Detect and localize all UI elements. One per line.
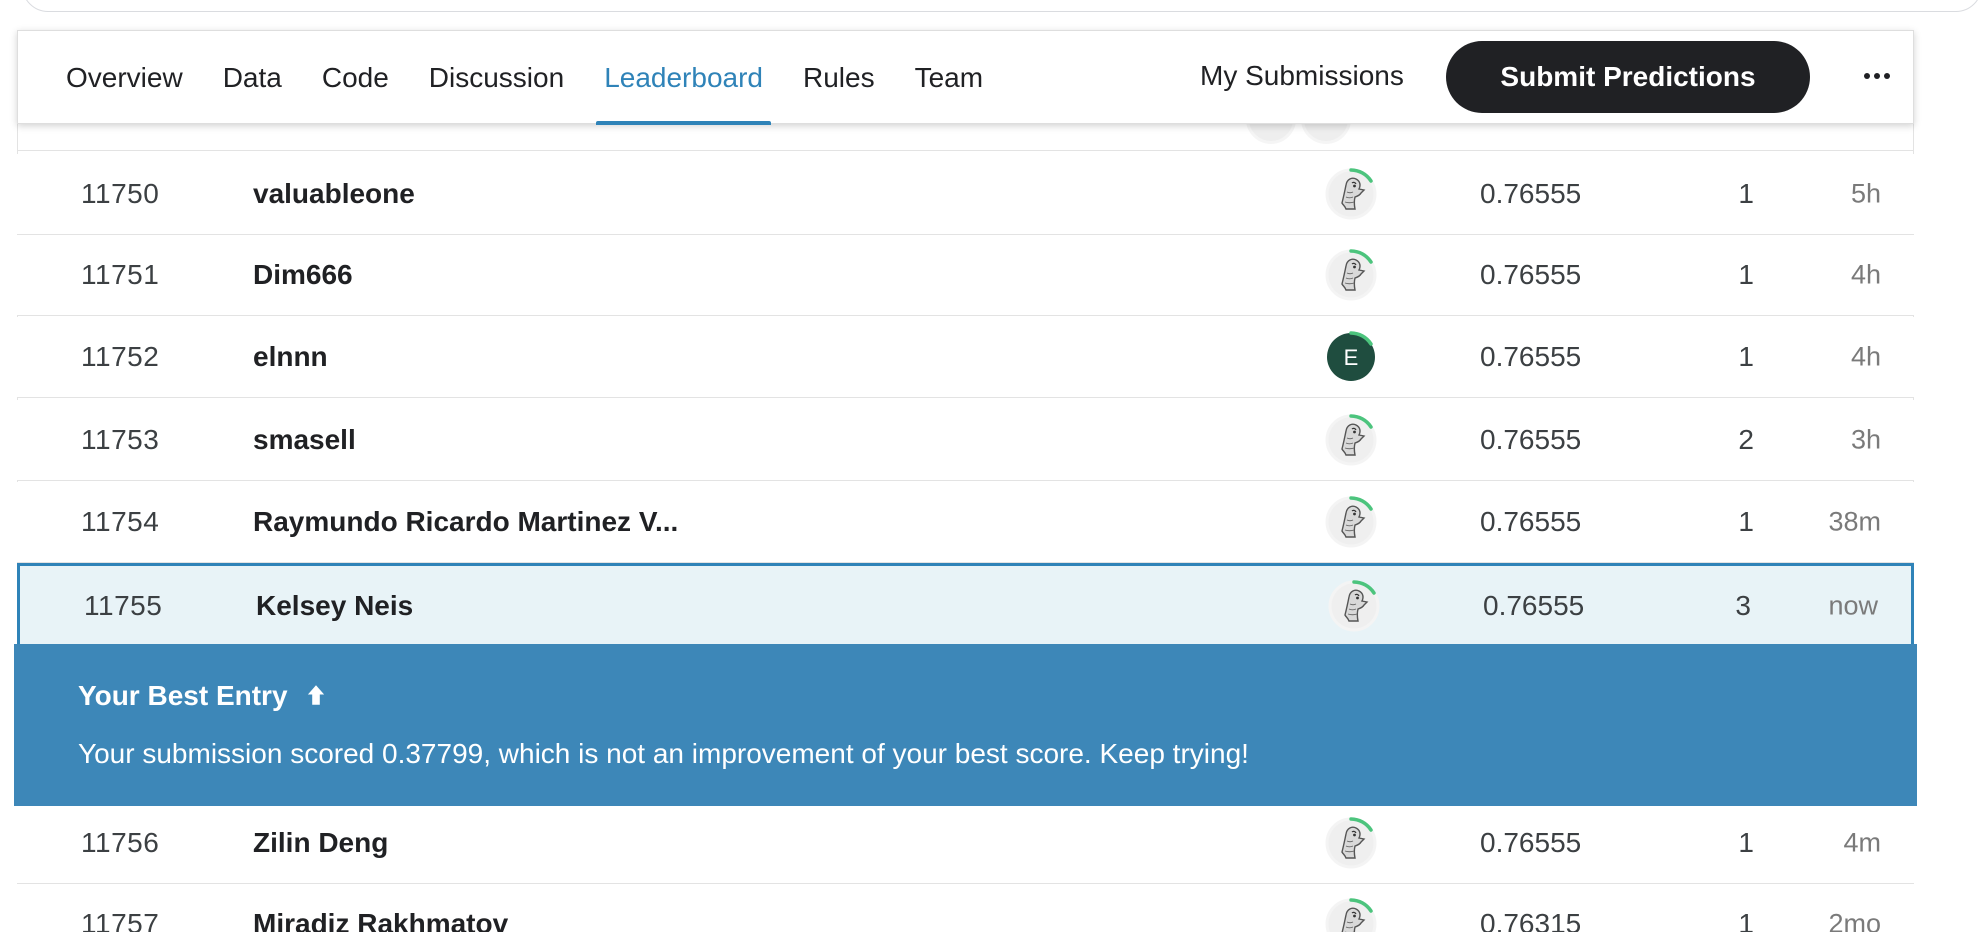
best-entry-banner: Your Best Entry Your submission scored 0…	[14, 644, 1917, 806]
score-cell: 0.76555	[1483, 590, 1585, 621]
svg-text:E: E	[1344, 345, 1359, 370]
last-submission-cell: 5h	[1850, 178, 1881, 209]
avatar-goose-icon[interactable]	[1324, 576, 1384, 636]
tab-rules[interactable]: Rules	[795, 31, 883, 125]
team-name[interactable]: elnnn	[253, 341, 328, 373]
score-cell: 0.76315	[1480, 908, 1582, 932]
competition-navbar: Overview Data Code Discussion Leaderboar…	[17, 30, 1914, 125]
last-submission-cell: 4m	[1843, 827, 1881, 858]
entries-cell: 2	[1738, 424, 1754, 455]
leaderboard-row[interactable]: 11750 valuableone 0.76555 1 5h	[17, 154, 1914, 235]
tab-discussion[interactable]: Discussion	[421, 31, 572, 125]
arrow-up-icon	[308, 685, 325, 705]
tab-team[interactable]: Team	[907, 31, 991, 125]
score-cell: 0.76555	[1480, 506, 1582, 537]
last-submission-cell: 4h	[1850, 259, 1881, 290]
score-cell: 0.76555	[1480, 341, 1582, 372]
nav-tabs: Overview Data Code Discussion Leaderboar…	[58, 31, 1015, 125]
team-name[interactable]: Raymundo Ricardo Martinez V...	[253, 506, 678, 538]
rank-cell: 11751	[81, 259, 160, 290]
rank-cell: 11757	[81, 908, 160, 932]
team-name[interactable]: valuableone	[253, 178, 415, 210]
entries-cell: 1	[1738, 341, 1754, 372]
avatar-goose-icon[interactable]	[1321, 492, 1381, 552]
score-cell: 0.76555	[1480, 178, 1582, 209]
avatar-goose-icon[interactable]	[1321, 164, 1381, 224]
avatar-goose-icon[interactable]	[1321, 894, 1381, 932]
last-submission-cell: 3h	[1850, 424, 1881, 455]
entries-cell: 1	[1738, 506, 1754, 537]
leaderboard-row[interactable]: 11757 Miradiz Rakhmatov 0.76315 1 2mo	[17, 884, 1914, 932]
rank-cell: 11750	[81, 178, 160, 209]
entries-cell: 1	[1738, 827, 1754, 858]
team-name[interactable]: Dim666	[253, 259, 353, 291]
leaderboard-row[interactable]: 11751 Dim666 0.76555 1 4h	[17, 235, 1914, 316]
score-cell: 0.76555	[1480, 259, 1582, 290]
more-horizontal-icon	[1862, 73, 1892, 79]
entries-cell: 1	[1738, 908, 1754, 932]
team-name[interactable]: smasell	[253, 424, 356, 456]
score-cell: 0.76555	[1480, 827, 1582, 858]
rank-cell: 11752	[81, 341, 160, 372]
score-cell: 0.76555	[1480, 424, 1582, 455]
leaderboard-row[interactable]: 11752 elnnn 0.76555 1 4h E	[17, 317, 1914, 398]
avatar-goose-icon[interactable]	[1321, 813, 1381, 873]
rank-cell: 11755	[84, 590, 163, 621]
page: Overview Data Code Discussion Leaderboar…	[0, 0, 1988, 932]
tab-code[interactable]: Code	[314, 31, 397, 125]
tab-data[interactable]: Data	[215, 31, 290, 125]
entries-cell: 1	[1738, 178, 1754, 209]
entries-cell: 1	[1738, 259, 1754, 290]
avatar-goose-icon[interactable]	[1321, 245, 1381, 305]
avatar-initial-e[interactable]: E	[1321, 327, 1381, 387]
team-name[interactable]: Miradiz Rakhmatov	[253, 908, 508, 932]
leaderboard-row[interactable]: 11755 Kelsey Neis 0.76555 3 now	[17, 563, 1914, 649]
avatar-goose-icon[interactable]	[1321, 410, 1381, 470]
last-submission-cell: 38m	[1828, 506, 1881, 537]
top-search-bar[interactable]	[22, 0, 1982, 12]
more-options-button[interactable]	[1854, 53, 1900, 99]
tab-overview[interactable]: Overview	[58, 31, 191, 125]
row-divider	[17, 150, 1914, 151]
leaderboard-row[interactable]: 11754 Raymundo Ricardo Martinez V... 0.765…	[17, 482, 1914, 563]
rank-cell: 11754	[81, 506, 160, 537]
submit-predictions-button[interactable]: Submit Predictions	[1446, 41, 1810, 113]
last-submission-cell: 2mo	[1828, 908, 1881, 932]
last-submission-cell: now	[1828, 590, 1878, 621]
rank-cell: 11753	[81, 424, 160, 455]
banner-title: Your Best Entry	[78, 680, 329, 712]
banner-message: Your submission scored 0.37799, which is…	[78, 738, 1249, 769]
leaderboard-row[interactable]: 11756 Zilin Deng 0.76555 1 4m	[17, 803, 1914, 884]
last-submission-cell: 4h	[1850, 341, 1881, 372]
entries-cell: 3	[1735, 590, 1751, 621]
team-name[interactable]: Kelsey Neis	[256, 590, 413, 622]
tab-leaderboard[interactable]: Leaderboard	[596, 31, 771, 125]
team-name[interactable]: Zilin Deng	[253, 827, 388, 859]
rank-cell: 11756	[81, 827, 160, 858]
leaderboard-row[interactable]: 11753 smasell 0.76555 2 3h	[17, 400, 1914, 481]
banner-title-text: Your Best Entry	[78, 680, 288, 711]
my-submissions-link[interactable]: My Submissions	[1200, 62, 1404, 90]
